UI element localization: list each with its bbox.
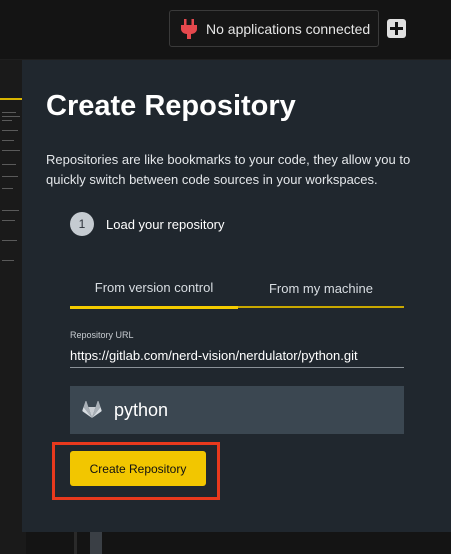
- modal-description: Repositories are like bookmarks to your …: [46, 152, 411, 187]
- tab-from-version-control[interactable]: From version control: [70, 268, 238, 309]
- repository-name: python: [114, 399, 169, 420]
- gitlab-icon: [82, 401, 102, 418]
- top-bar: No applications connected: [0, 0, 451, 60]
- connection-status-text: No applications connected: [206, 20, 371, 37]
- modal-title: Create Repository: [46, 90, 296, 122]
- repository-item[interactable]: python: [70, 386, 404, 434]
- create-repository-modal: Create Repository Repositories are like …: [22, 60, 451, 532]
- background-scrollbar: [90, 530, 102, 554]
- repository-url-input[interactable]: [70, 343, 404, 367]
- connection-status[interactable]: No applications connected: [169, 10, 379, 47]
- source-tabs: From version control From my machine: [70, 268, 404, 309]
- repository-url-label: Repository URL: [70, 330, 134, 340]
- plus-square-icon[interactable]: [387, 19, 406, 38]
- editor-accent-line: [0, 98, 22, 100]
- step-indicator: 1 Load your repository: [70, 212, 225, 236]
- create-repository-button[interactable]: Create Repository: [70, 451, 206, 486]
- tab-from-my-machine[interactable]: From my machine: [238, 268, 404, 308]
- step-number-badge: 1: [70, 212, 94, 236]
- url-input-underline: [70, 367, 404, 368]
- step-label: Load your repository: [106, 216, 225, 232]
- plug-icon: [181, 18, 197, 39]
